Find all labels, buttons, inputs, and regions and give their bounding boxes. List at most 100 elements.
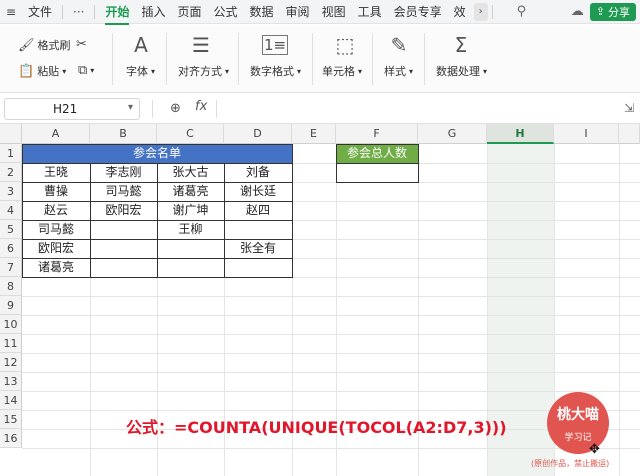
formula-input[interactable] [220,98,600,120]
column-header-a[interactable]: A [22,124,90,144]
cell-b6[interactable] [90,239,157,258]
row-header-16[interactable]: 16 [0,429,22,448]
cell-a7[interactable]: 诸葛亮 [22,258,90,277]
font-button[interactable]: 字体 ▾ [126,63,155,79]
row-header-3[interactable]: 3 [0,182,22,201]
cell-a4[interactable]: 赵云 [22,201,90,220]
styles-button[interactable]: 样式 ▾ [384,63,413,79]
sigma-icon[interactable]: Σ [448,33,474,57]
fx-label[interactable]: fx [195,99,207,114]
paste-button[interactable]: 📋 粘贴 ▾ [18,63,66,79]
share-button[interactable]: ⇪ 分享 [589,2,636,21]
chevron-down-icon: ▾ [62,66,67,76]
tab-view[interactable]: 视图 [316,3,352,20]
row-header-11[interactable]: 11 [0,334,22,353]
row-header-6[interactable]: 6 [0,239,22,258]
menu-file[interactable]: 文件 [22,3,58,20]
chevron-down-icon[interactable]: ▾ [128,102,133,113]
cell-d5[interactable] [224,220,292,239]
expand-formula-icon[interactable]: ⇲ [624,101,634,115]
column-header-j[interactable] [619,124,640,144]
tab-insert[interactable]: 插入 [135,3,171,20]
cell-d3[interactable]: 谢长廷 [224,182,292,201]
tab-member[interactable]: 会员专享 [388,3,448,20]
format-painter-button[interactable]: 🖌 格式刷 [18,37,71,53]
zoom-icon[interactable]: ⊕ [170,101,181,116]
data-processing-button[interactable]: 数据处理 ▾ [436,63,487,79]
tab-page[interactable]: 页面 [172,3,208,20]
cell-c5[interactable]: 王柳 [157,220,224,239]
tab-formulas[interactable]: 公式 [208,3,244,20]
cell-d4[interactable]: 赵四 [224,201,292,220]
cell-c7[interactable] [157,258,224,277]
cell-c6[interactable] [157,239,224,258]
tab-efficiency[interactable]: 效 [448,3,472,20]
chevron-right-icon[interactable]: › [473,2,488,21]
row-header-1[interactable]: 1 [0,144,22,163]
cell-d2[interactable]: 刘备 [224,163,292,182]
column-header-c[interactable]: C [157,124,224,144]
alignment-button[interactable]: 对齐方式 ▾ [178,63,229,79]
cell-a6[interactable]: 欧阳宏 [22,239,90,258]
column-header-h[interactable]: H [487,124,554,144]
menu-bar: ≡ 文件 ··· 开始 插入 页面 公式 数据 审阅 视图 工具 会员专享 效 … [0,0,640,25]
row-header-9[interactable]: 9 [0,296,22,315]
cell-d6[interactable]: 张全有 [224,239,292,258]
number-format-icon[interactable]: 1≡ [262,35,288,55]
row-header-12[interactable]: 12 [0,353,22,372]
more-icon[interactable]: ··· [67,5,90,19]
hamburger-icon[interactable]: ≡ [0,5,22,19]
cut-button[interactable]: ✂ [76,37,87,52]
cell-c4[interactable]: 谢广坤 [157,201,224,220]
row-header-10[interactable]: 10 [0,315,22,334]
row-header-5[interactable]: 5 [0,220,22,239]
column-header-i[interactable]: I [554,124,619,144]
gridline [22,372,640,373]
row-header-14[interactable]: 14 [0,391,22,410]
cell-f2[interactable] [336,163,418,182]
cells-button[interactable]: 单元格 ▾ [322,63,362,79]
tab-review[interactable]: 审阅 [280,3,316,20]
number-format-button[interactable]: 数字格式 ▾ [250,63,301,79]
row-header-7[interactable]: 7 [0,258,22,277]
cell-a5[interactable]: 司马懿 [22,220,90,239]
font-icon[interactable]: A [128,33,154,57]
tab-home[interactable]: 开始 [99,3,135,25]
column-header-f[interactable]: F [336,124,418,144]
tab-tools[interactable]: 工具 [352,3,388,20]
cell-c3[interactable]: 诸葛亮 [157,182,224,201]
search-icon[interactable]: ⚲ [517,4,527,19]
cell-b4[interactable]: 欧阳宏 [90,201,157,220]
ribbon-separator [312,33,313,85]
column-header-e[interactable]: E [292,124,336,144]
cell-c2[interactable]: 张大古 [157,163,224,182]
cell-icon[interactable]: ⬚ [332,33,358,57]
name-box[interactable]: H21 ▾ [4,98,140,120]
column-header-g[interactable]: G [418,124,487,144]
cell-b7[interactable] [90,258,157,277]
chevron-down-icon: ▾ [225,66,230,76]
cloud-icon[interactable]: ☁ [571,4,584,19]
cell-b5[interactable] [90,220,157,239]
row-header-15[interactable]: 15 [0,410,22,429]
cell-a2[interactable]: 王晓 [22,163,90,182]
select-all-corner[interactable] [0,124,22,144]
copy-button[interactable]: ⧉ ▾ [78,63,94,78]
row-header-2[interactable]: 2 [0,163,22,182]
cell-b2[interactable]: 李志刚 [90,163,157,182]
column-header-b[interactable]: B [90,124,157,144]
row-header-4[interactable]: 4 [0,201,22,220]
styles-label: 样式 [384,65,406,78]
cell-b3[interactable]: 司马懿 [90,182,157,201]
column-header-d[interactable]: D [224,124,292,144]
tab-data[interactable]: 数据 [244,3,280,20]
row-header-8[interactable]: 8 [0,277,22,296]
cell-d7[interactable] [224,258,292,277]
ribbon-separator [166,33,167,85]
align-icon[interactable]: ☰ [188,33,214,57]
copy-icon: ⧉ [78,63,88,78]
row-header-13[interactable]: 13 [0,372,22,391]
paste-label: 粘贴 [37,65,60,78]
cell-a3[interactable]: 曹操 [22,182,90,201]
styles-icon[interactable]: ✎ [386,33,412,57]
